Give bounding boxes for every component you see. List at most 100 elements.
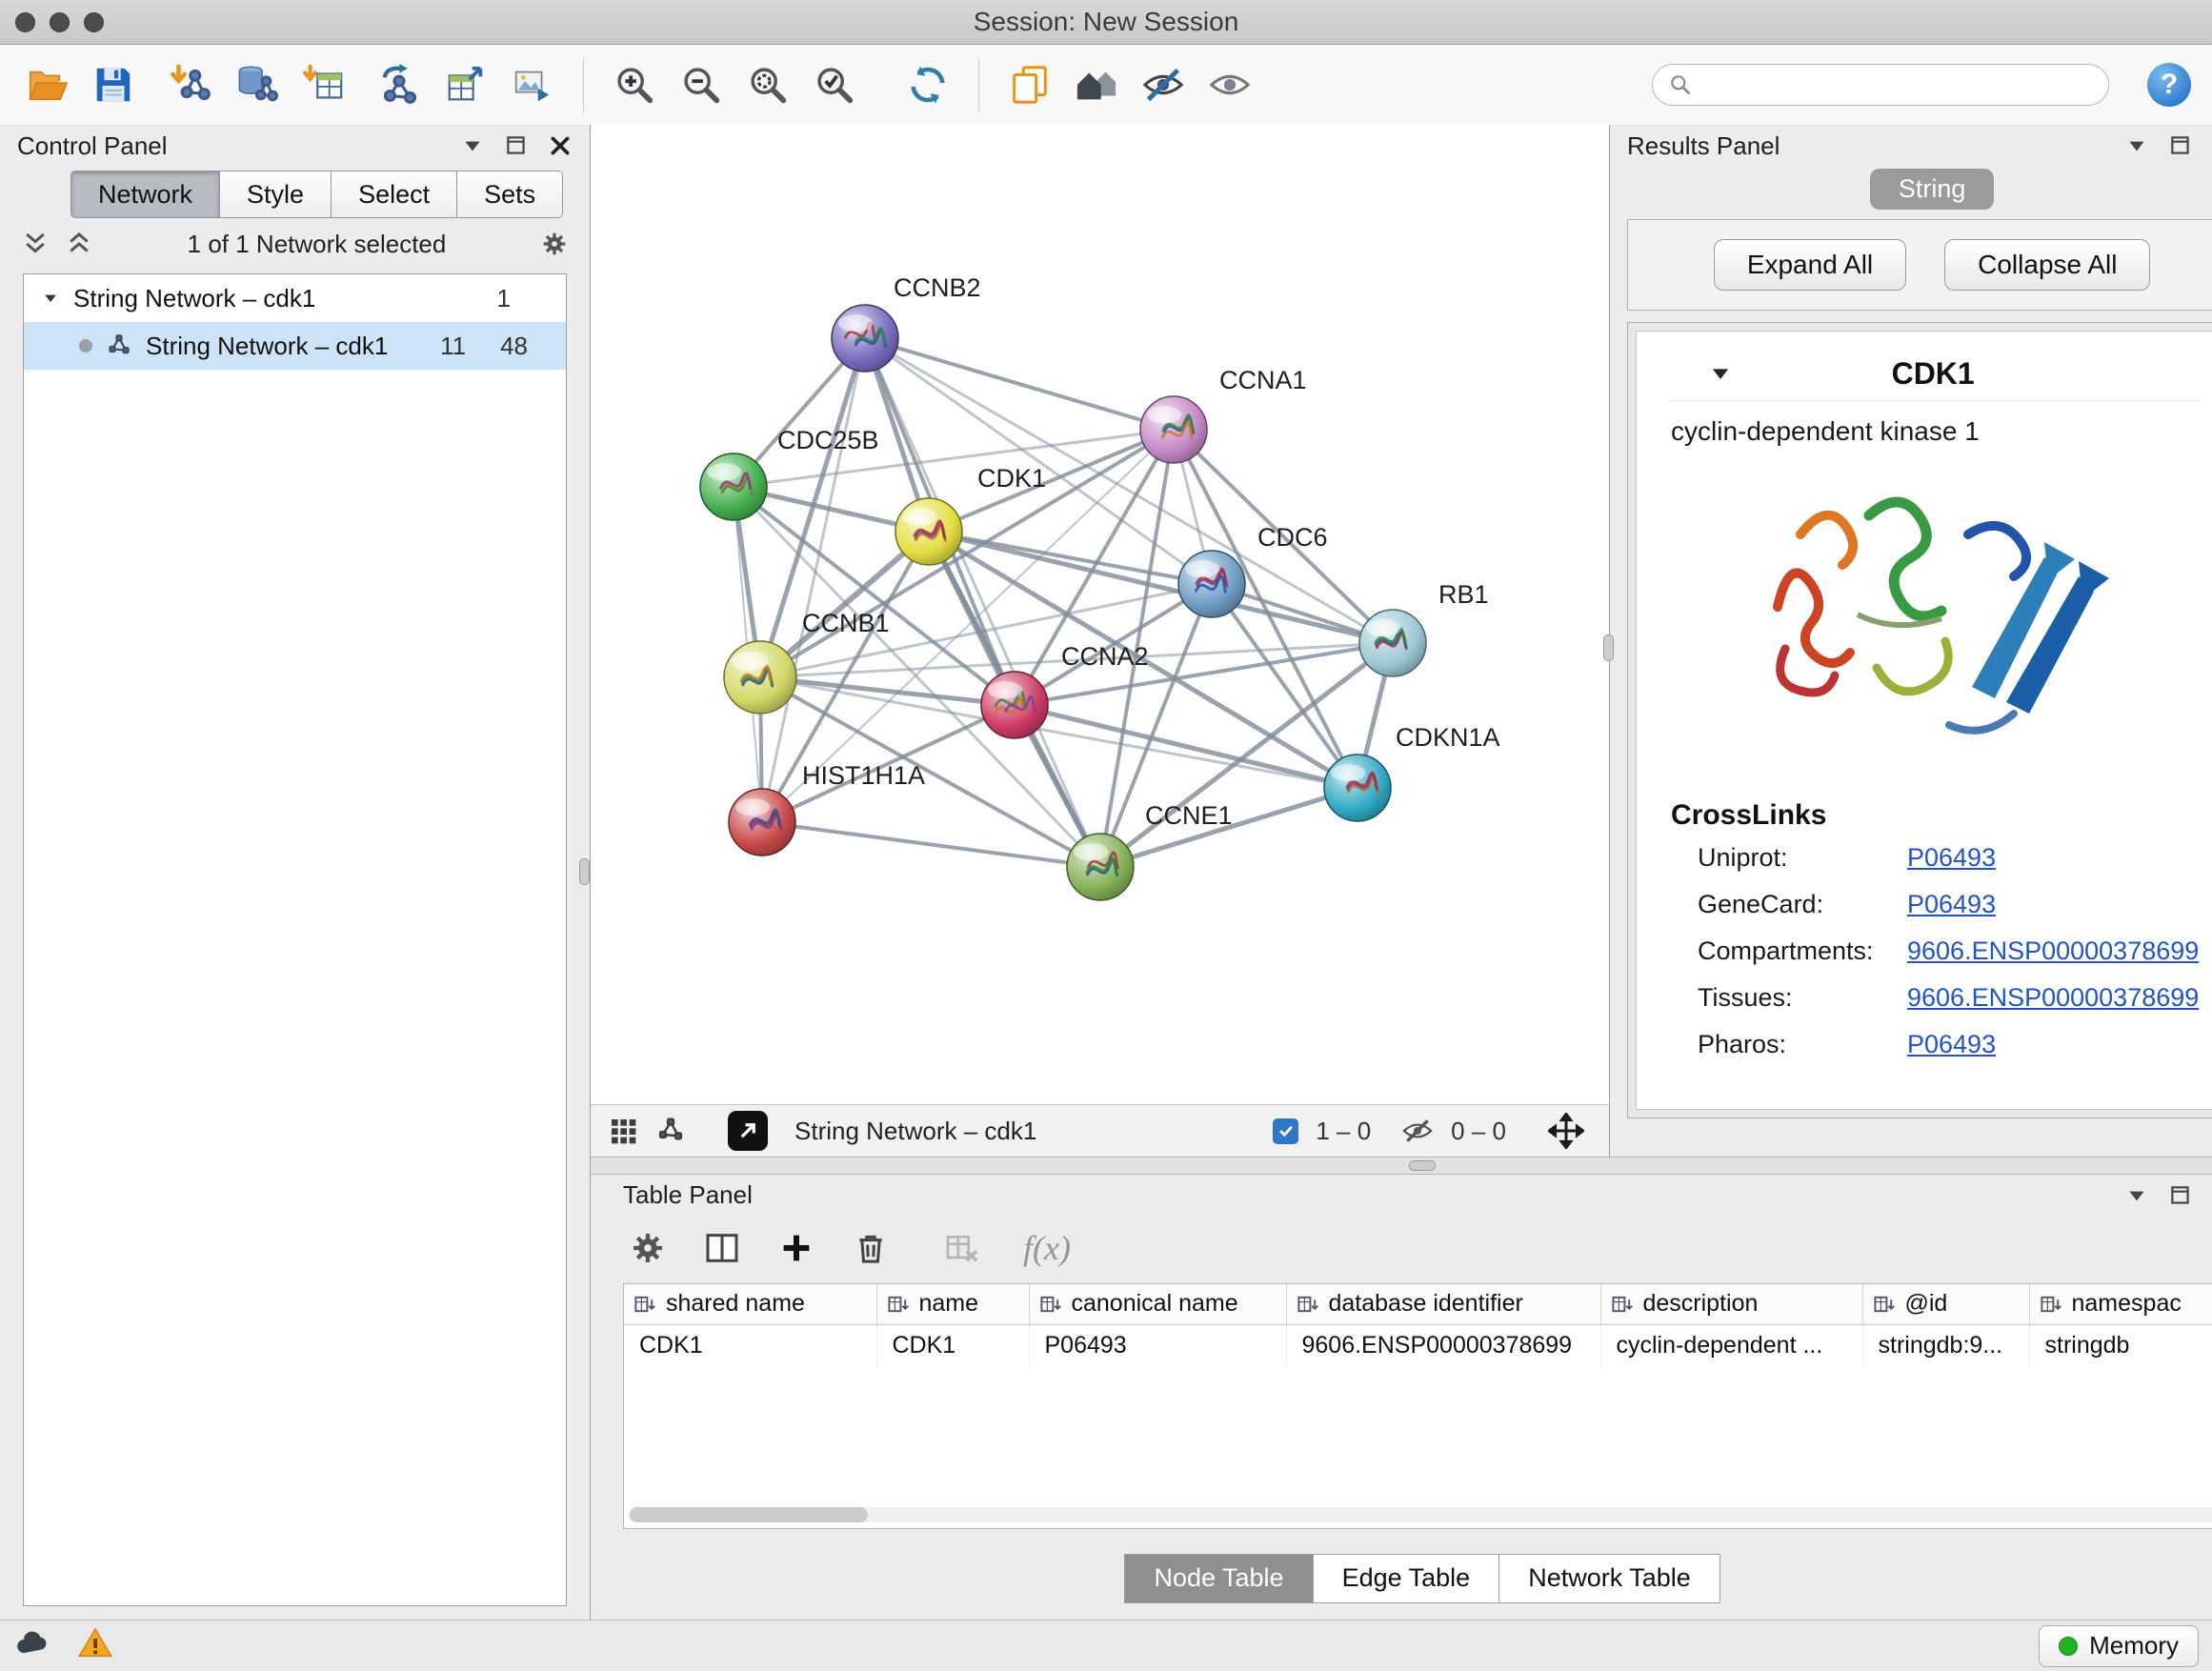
splitter-handle[interactable] <box>579 858 590 885</box>
open-session-button[interactable] <box>21 59 72 111</box>
pharos-link[interactable]: P06493 <box>1907 1030 1996 1058</box>
tab-style[interactable]: Style <box>220 171 332 217</box>
network-node[interactable] <box>981 672 1048 738</box>
import-network-database-button[interactable] <box>231 59 282 111</box>
zoom-fit-button[interactable] <box>742 59 794 111</box>
memory-button[interactable]: Memory <box>2039 1625 2199 1667</box>
tab-network[interactable]: Network <box>71 171 220 217</box>
delete-column-icon[interactable] <box>852 1229 890 1267</box>
network-node[interactable] <box>729 789 795 856</box>
gear-icon[interactable] <box>540 230 569 258</box>
network-node[interactable] <box>1324 755 1391 821</box>
column-header[interactable]: description <box>1600 1284 1862 1325</box>
tab-network-table[interactable]: Network Table <box>1499 1554 1720 1603</box>
cloud-status-button[interactable] <box>13 1624 51 1667</box>
network-edge[interactable] <box>865 338 1174 430</box>
cell-shared-name[interactable]: CDK1 <box>624 1324 876 1367</box>
panel-menu-icon[interactable] <box>2124 1183 2149 1208</box>
tab-edge-table[interactable]: Edge Table <box>1314 1554 1500 1603</box>
cell-namespace[interactable]: stringdb <box>2029 1324 2212 1367</box>
table-settings-gear-icon[interactable] <box>629 1229 667 1267</box>
column-header[interactable]: namespac <box>2029 1284 2212 1325</box>
float-panel-icon[interactable] <box>2168 133 2193 158</box>
pan-crosshair-icon[interactable] <box>1548 1113 1584 1149</box>
network-node[interactable] <box>700 453 767 520</box>
search-input[interactable] <box>1704 70 2093 101</box>
network-node[interactable] <box>895 498 962 565</box>
tab-node-table[interactable]: Node Table <box>1124 1554 1313 1603</box>
column-header[interactable]: name <box>876 1284 1029 1325</box>
network-canvas-svg[interactable]: CCNB2CCNA1CDC25BCDK1CDC6RB1CCNB1CCNA2CDK… <box>591 125 1609 1104</box>
network-row[interactable]: String Network – cdk1 11 48 <box>24 322 566 370</box>
close-panel-icon[interactable] <box>548 133 573 158</box>
cell-description[interactable]: cyclin-dependent ... <box>1600 1324 1862 1367</box>
network-node[interactable] <box>1140 396 1207 463</box>
zoom-out-button[interactable] <box>675 59 727 111</box>
tab-select[interactable]: Select <box>332 171 457 217</box>
panel-menu-icon[interactable] <box>2124 133 2149 158</box>
collapse-section-icon[interactable] <box>1707 360 1734 387</box>
export-network-button[interactable] <box>373 59 425 111</box>
protein-card-header[interactable]: CDK1 <box>1669 347 2199 401</box>
network-edge[interactable] <box>762 822 1100 867</box>
add-column-icon[interactable] <box>777 1229 815 1267</box>
uniprot-link[interactable]: P06493 <box>1907 843 1996 872</box>
show-graphics-button[interactable] <box>1204 59 1256 111</box>
hidden-eye-slash-icon[interactable] <box>1401 1115 1434 1147</box>
save-session-button[interactable] <box>88 59 139 111</box>
genecard-link[interactable]: P06493 <box>1907 890 1996 918</box>
float-panel-icon[interactable] <box>2168 1183 2193 1208</box>
column-header[interactable]: @id <box>1862 1284 2029 1325</box>
export-image-button[interactable] <box>507 59 558 111</box>
export-table-button[interactable] <box>440 59 492 111</box>
panel-menu-icon[interactable] <box>460 133 485 158</box>
network-node[interactable] <box>1178 551 1245 617</box>
network-edge[interactable] <box>865 338 1393 643</box>
import-network-file-button[interactable] <box>164 59 215 111</box>
warnings-button[interactable] <box>76 1624 114 1667</box>
zoom-selected-button[interactable] <box>809 59 860 111</box>
home-button[interactable] <box>1071 59 1122 111</box>
minimize-window-button[interactable] <box>50 12 70 32</box>
apply-layout-button[interactable] <box>902 59 954 111</box>
selected-indicator-checkbox[interactable] <box>1273 1118 1298 1144</box>
network-collection-row[interactable]: String Network – cdk1 1 <box>24 274 566 322</box>
birds-eye-view-icon[interactable] <box>608 1116 638 1146</box>
close-window-button[interactable] <box>15 12 35 32</box>
duplicate-network-button[interactable] <box>1004 59 1056 111</box>
network-overview-icon[interactable] <box>655 1116 686 1146</box>
expand-all-icon[interactable] <box>65 230 93 258</box>
column-manager-icon[interactable] <box>703 1229 741 1267</box>
collapse-all-icon[interactable] <box>21 230 50 258</box>
hide-graphics-button[interactable] <box>1137 59 1189 111</box>
cell-canonical-name[interactable]: P06493 <box>1029 1324 1286 1367</box>
column-header[interactable]: database identifier <box>1286 1284 1600 1325</box>
tab-sets[interactable]: Sets <box>457 171 562 217</box>
splitter-handle[interactable] <box>1409 1160 1436 1171</box>
collapse-all-button[interactable]: Collapse All <box>1944 239 2150 291</box>
tissues-link[interactable]: 9606.ENSP00000378699 <box>1907 983 2199 1012</box>
import-table-file-button[interactable] <box>297 59 349 111</box>
cell-name[interactable]: CDK1 <box>876 1324 1029 1367</box>
zoom-in-button[interactable] <box>609 59 660 111</box>
open-in-new-window-button[interactable] <box>728 1111 768 1151</box>
network-canvas[interactable]: CCNB2CCNA1CDC25BCDK1CDC6RB1CCNB1CCNA2CDK… <box>591 125 1609 1104</box>
column-header[interactable]: shared name <box>624 1284 876 1325</box>
cell-database-identifier[interactable]: 9606.ENSP00000378699 <box>1286 1324 1600 1367</box>
zoom-window-button[interactable] <box>84 12 104 32</box>
table-hscrollbar-thumb[interactable] <box>630 1507 868 1522</box>
splitter-handle[interactable] <box>1603 634 1614 661</box>
tree-expand-icon[interactable] <box>41 289 60 308</box>
network-edge[interactable] <box>762 338 865 822</box>
compartments-link[interactable]: 9606.ENSP00000378699 <box>1907 936 2199 965</box>
network-node[interactable] <box>724 641 796 714</box>
table-row[interactable]: CDK1 CDK1 P06493 9606.ENSP00000378699 cy… <box>624 1324 2212 1367</box>
string-tab-badge[interactable]: String <box>1870 169 1995 210</box>
column-header[interactable]: canonical name <box>1029 1284 1286 1325</box>
network-node[interactable] <box>1067 834 1134 900</box>
network-node[interactable] <box>832 305 898 372</box>
expand-all-button[interactable]: Expand All <box>1714 239 1906 291</box>
help-button[interactable]: ? <box>2147 63 2191 107</box>
float-panel-icon[interactable] <box>504 133 529 158</box>
search-box[interactable] <box>1652 64 2109 106</box>
